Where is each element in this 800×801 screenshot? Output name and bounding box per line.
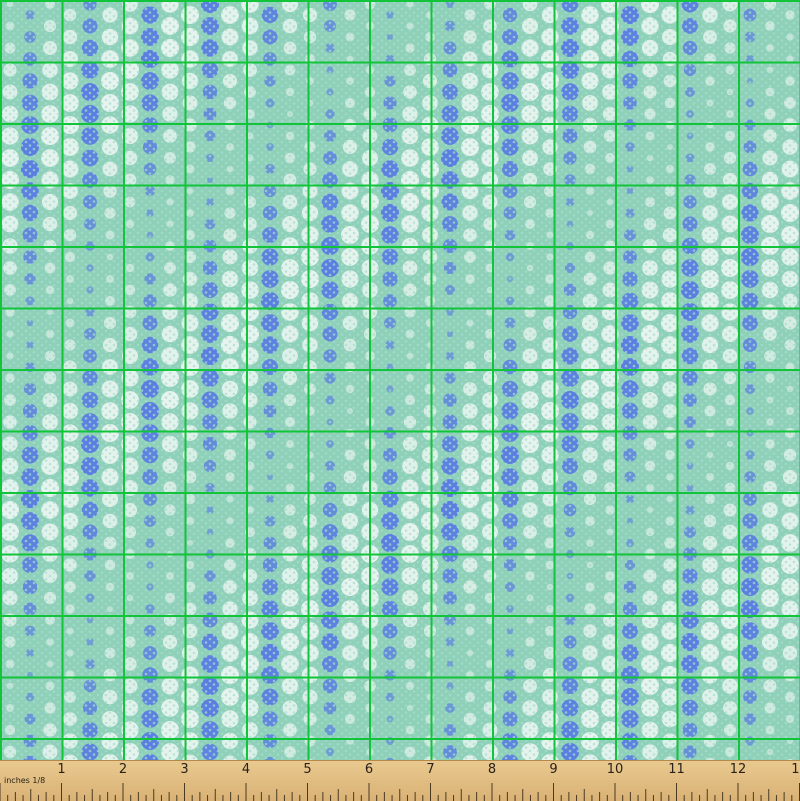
ruler-number: 7 <box>426 762 434 777</box>
ruler-number: 10 <box>607 762 624 777</box>
ruler-number: 9 <box>549 762 557 777</box>
ruler-number: 8 <box>488 762 496 777</box>
ruler-number: 1 <box>57 762 65 777</box>
ruler-unit-label: inches 1/8 <box>4 776 45 785</box>
ruler-number: 6 <box>365 762 373 777</box>
ruler-number: 12 <box>730 762 747 777</box>
ruler-number: 3 <box>180 762 188 777</box>
ruler-number: 11 <box>668 762 685 777</box>
fabric-swatch <box>0 0 800 760</box>
ruler-number: 5 <box>303 762 311 777</box>
ruler-number: 13 <box>791 762 800 777</box>
ruler-number: 2 <box>119 762 127 777</box>
polka-dot-pattern <box>0 0 800 760</box>
measuring-ruler: inches 1/8 12345678910111213 <box>0 760 800 801</box>
ruler-number: 4 <box>242 762 250 777</box>
